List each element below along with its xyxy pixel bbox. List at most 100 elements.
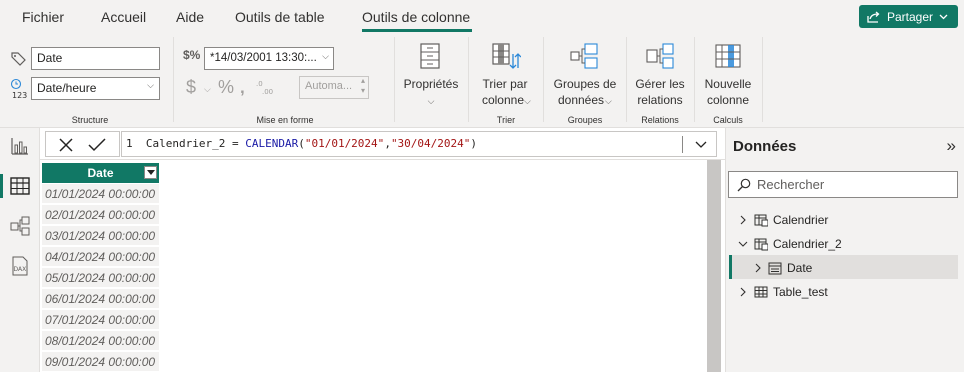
- sort-by-column-icon: [492, 43, 521, 69]
- data-pane: Données » Rechercher Calendrier Calendri…: [725, 128, 964, 372]
- tree-item-table-test[interactable]: Table_test: [738, 280, 828, 303]
- data-grid: Date 01/01/2024 00:00:00 02/01/2024 00:0…: [40, 160, 725, 372]
- tree-item-label: Table_test: [773, 284, 828, 299]
- svg-text:123: 123: [12, 91, 27, 100]
- properties-button[interactable]: Propriétés ⌵: [401, 39, 459, 109]
- tab-outils-de-colonne[interactable]: Outils de colonne: [362, 9, 470, 25]
- sort-label-line2: colonne: [481, 93, 525, 107]
- properties-label: Propriétés: [403, 77, 459, 91]
- formula-input[interactable]: 1 Calendrier_2 = CALENDAR("01/01/2024","…: [121, 131, 717, 157]
- search-input[interactable]: Rechercher: [728, 171, 958, 198]
- tree-selection-indicator: [729, 255, 732, 279]
- chevron-down-icon: ⌵: [524, 96, 531, 106]
- data-type-select[interactable]: Date/heure ⌵: [31, 77, 160, 100]
- collapse-pane-icon[interactable]: »: [947, 136, 956, 156]
- table-cell[interactable]: 06/01/2024 00:00:00: [42, 289, 159, 309]
- model-view-icon[interactable]: [8, 214, 32, 238]
- date-hierarchy-icon: [768, 262, 782, 274]
- formula-function: CALENDAR: [245, 137, 299, 150]
- tab-fichier[interactable]: Fichier: [22, 9, 64, 25]
- svg-text:.0: .0: [256, 80, 263, 88]
- share-button[interactable]: Partager: [859, 5, 958, 28]
- decimals-icon[interactable]: .0 .00: [256, 78, 278, 96]
- group-label-relations: Relations: [641, 115, 679, 125]
- relationships-label-line1: Gérer les: [635, 77, 685, 91]
- formula-comma: ,: [384, 137, 391, 150]
- manage-relationships-button[interactable]: Gérer les relations: [631, 39, 689, 109]
- data-pane-title: Données: [733, 138, 797, 155]
- relationships-icon: [646, 43, 674, 69]
- tag-icon: [11, 52, 26, 66]
- table-cell[interactable]: 03/01/2024 00:00:00: [42, 226, 159, 246]
- table-view-icon[interactable]: [8, 174, 32, 198]
- group-label-structure: Structure: [71, 115, 109, 125]
- view-switcher: DAX: [0, 128, 40, 372]
- chevron-right-icon: [740, 215, 746, 224]
- group-label-groups: Groupes: [567, 115, 603, 125]
- new-column-button[interactable]: Nouvelle colonne: [698, 39, 758, 109]
- format-select[interactable]: *14/03/2001 13:30:... ⌵: [204, 47, 334, 70]
- group-label-sort: Trier: [496, 115, 516, 125]
- thousands-separator-icon[interactable]: ,: [240, 78, 245, 98]
- chevron-down-icon[interactable]: [695, 141, 707, 149]
- tree-item-label: Date: [787, 260, 813, 275]
- chevron-right-icon: [740, 287, 746, 296]
- chevron-down-icon: ⌵: [147, 80, 154, 90]
- tab-aide[interactable]: Aide: [176, 9, 204, 25]
- tree-item-label: Calendrier_2: [773, 236, 842, 251]
- ribbon: Date 123 Date/heure ⌵ Structure $% *14/0…: [0, 33, 964, 128]
- vertical-scrollbar[interactable]: [707, 160, 721, 372]
- ribbon-separator: [694, 37, 695, 122]
- table-cell[interactable]: 04/01/2024 00:00:00: [42, 247, 159, 267]
- data-groups-button[interactable]: Groupes de données ⌵: [549, 39, 621, 109]
- decimal-places-placeholder: Automa...: [305, 80, 353, 92]
- formula-commit-buttons: [45, 131, 120, 157]
- tree-item-date[interactable]: Date: [753, 256, 812, 279]
- calculated-table-icon: [754, 238, 768, 250]
- ribbon-separator: [173, 37, 174, 122]
- currency-icon[interactable]: $: [186, 77, 196, 98]
- close-icon[interactable]: [58, 137, 74, 153]
- datatype-icon: 123: [10, 78, 27, 100]
- group-label-calculations: Calculs: [713, 115, 743, 125]
- properties-icon: [420, 43, 440, 69]
- table-cell[interactable]: 09/01/2024 00:00:00: [42, 352, 159, 372]
- column-header-date[interactable]: Date: [42, 163, 159, 183]
- new-column-label-line2: colonne: [706, 93, 750, 107]
- table-cell[interactable]: 07/01/2024 00:00:00: [42, 310, 159, 330]
- check-icon[interactable]: [88, 137, 106, 153]
- dax-query-view-icon[interactable]: DAX: [8, 254, 32, 278]
- group-label-formatting: Mise en forme: [256, 115, 314, 125]
- decimal-places-input[interactable]: Automa... ▴ ▾: [299, 76, 369, 99]
- formula-close-paren: ): [470, 137, 478, 150]
- tree-item-calendrier[interactable]: Calendrier: [738, 208, 828, 231]
- svg-text:.00: .00: [262, 88, 273, 96]
- tree-item-calendrier-2[interactable]: Calendrier_2: [738, 232, 842, 255]
- spinner-arrows-icon: ▴ ▾: [360, 76, 365, 95]
- format-value: *14/03/2001 13:30:...: [210, 52, 317, 64]
- sort-by-column-button[interactable]: Trier par colonne ⌵: [474, 39, 536, 109]
- chevron-down-icon: ⌵: [322, 51, 329, 61]
- percent-icon[interactable]: %: [218, 77, 234, 98]
- ribbon-separator: [626, 37, 627, 122]
- format-icon: $%: [183, 48, 201, 62]
- table-cell[interactable]: 01/01/2024 00:00:00: [42, 184, 159, 204]
- new-column-icon: [715, 44, 741, 68]
- formula-arg-end: "30/04/2024": [390, 137, 471, 150]
- chevron-down-icon: ⌵: [605, 96, 612, 106]
- table-cell[interactable]: 08/01/2024 00:00:00: [42, 331, 159, 351]
- tab-outils-de-table[interactable]: Outils de table: [235, 9, 325, 25]
- report-view-icon[interactable]: [8, 134, 32, 158]
- chevron-down-icon: [738, 241, 748, 247]
- filter-dropdown-button[interactable]: [144, 166, 157, 179]
- data-groups-label-line2: données: [557, 93, 605, 107]
- formula-arg-start: "01/01/2024": [304, 137, 385, 150]
- column-header-label: Date: [87, 166, 114, 180]
- tab-accueil[interactable]: Accueil: [101, 9, 146, 25]
- table-icon: [754, 286, 768, 297]
- column-name-input[interactable]: Date: [31, 47, 160, 70]
- ribbon-tab-bar: Fichier Accueil Aide Outils de table Out…: [0, 0, 964, 33]
- table-cell[interactable]: 02/01/2024 00:00:00: [42, 205, 159, 225]
- table-cell[interactable]: 05/01/2024 00:00:00: [42, 268, 159, 288]
- formula-bar: 1 Calendrier_2 = CALENDAR("01/01/2024","…: [40, 128, 725, 160]
